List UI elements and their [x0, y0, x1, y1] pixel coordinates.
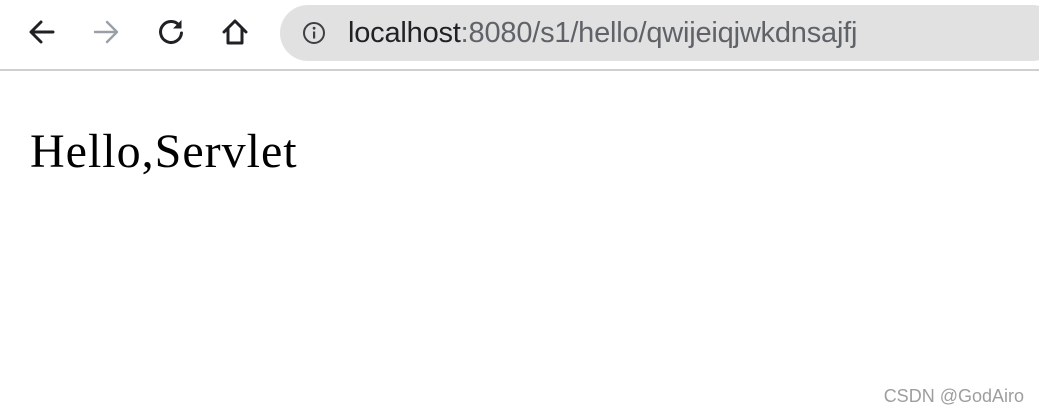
arrow-left-icon: [27, 17, 57, 47]
home-button[interactable]: [213, 10, 257, 54]
address-bar[interactable]: localhost:8080/s1/hello/qwijeiqjwkdnsajf…: [280, 5, 1039, 61]
page-content-text: Hello,Servlet: [30, 125, 298, 178]
reload-button[interactable]: [149, 10, 193, 54]
url-host: localhost: [348, 17, 461, 49]
forward-button[interactable]: [84, 10, 128, 54]
url-path: :8080/s1/hello/qwijeiqjwkdnsajfj: [460, 17, 858, 49]
reload-icon: [156, 17, 186, 47]
info-circle-icon[interactable]: [302, 21, 326, 45]
watermark: CSDN @GodAiro: [883, 386, 1024, 406]
home-icon: [220, 17, 250, 47]
url-text[interactable]: localhost:8080/s1/hello/qwijeiqjwkdnsajf…: [348, 16, 857, 50]
browser-toolbar: localhost:8080/s1/hello/qwijeiqjwkdnsajf…: [0, 0, 1039, 71]
arrow-right-icon: [91, 17, 121, 47]
back-button[interactable]: [20, 10, 64, 54]
